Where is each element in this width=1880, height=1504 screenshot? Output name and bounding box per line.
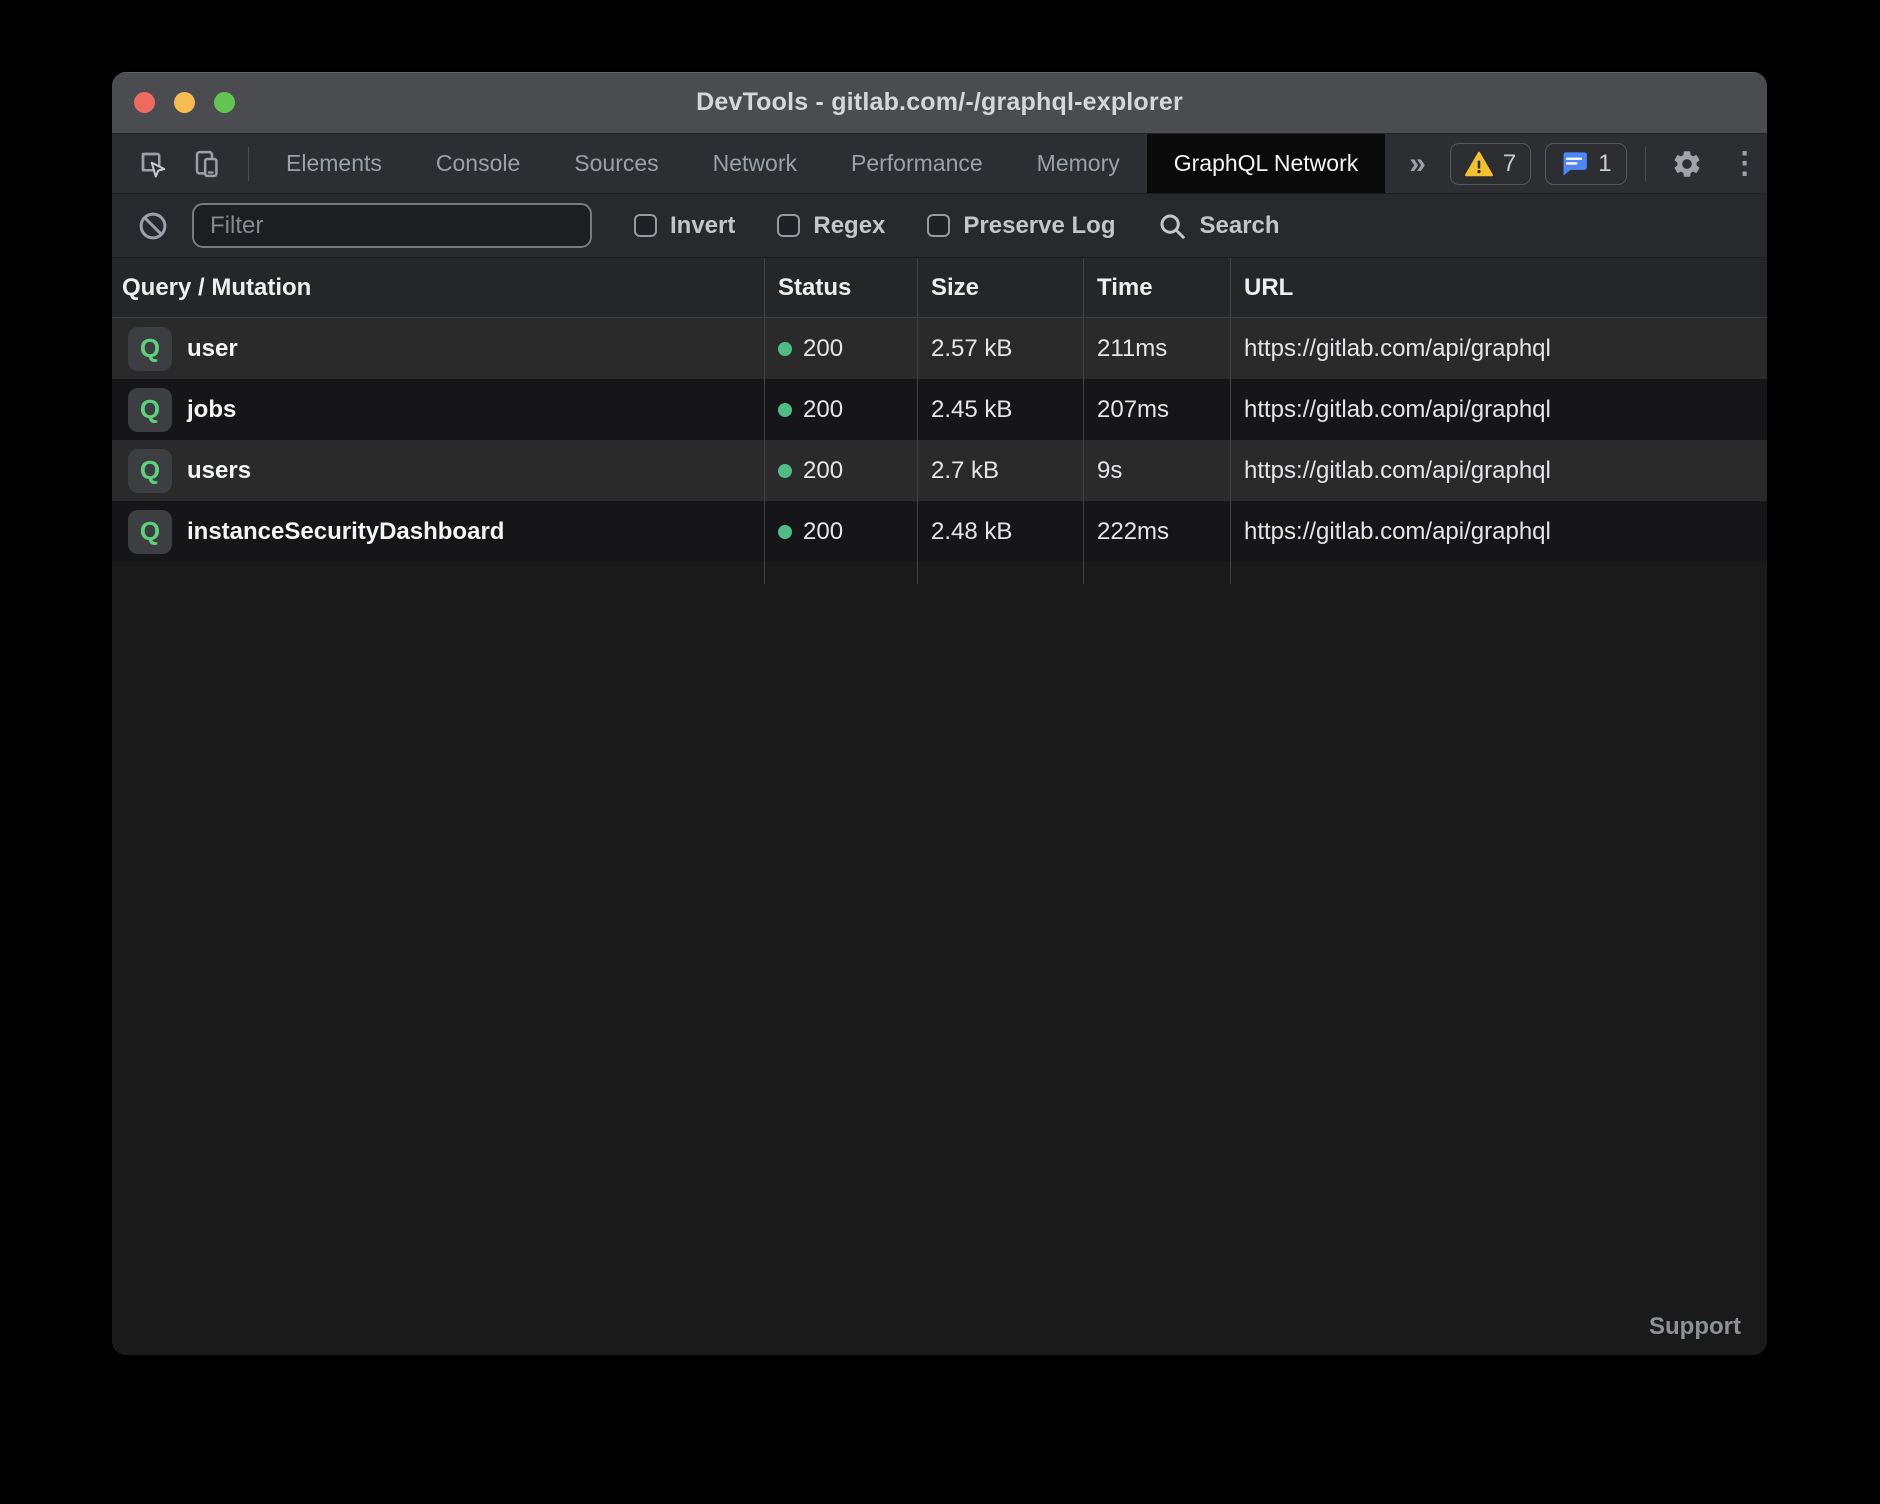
- invert-checkbox[interactable]: [634, 214, 657, 237]
- status-cell: 200: [764, 501, 917, 562]
- size-cell: 2.7 kB: [917, 440, 1083, 501]
- url-cell: https://gitlab.com/api/graphql: [1230, 379, 1767, 440]
- status-cell: 200: [764, 318, 917, 379]
- status-dot-icon: [778, 403, 792, 417]
- zoom-button[interactable]: [214, 92, 235, 113]
- status-cell: 200: [764, 379, 917, 440]
- filter-toolbar: Invert Regex Preserve Log Search: [112, 194, 1767, 258]
- column-line-stub: [112, 562, 1767, 584]
- minimize-button[interactable]: [174, 92, 195, 113]
- table-header: Query / Mutation Status Size Time URL: [112, 258, 1767, 318]
- tab-memory[interactable]: Memory: [1010, 134, 1147, 193]
- inspect-cursor-icon[interactable]: [130, 142, 176, 186]
- query-type-badge: Q: [128, 388, 172, 432]
- tab-strip: ElementsConsoleSourcesNetworkPerformance…: [259, 134, 1385, 193]
- table-row[interactable]: Q instanceSecurityDashboard 200 2.48 kB …: [112, 501, 1767, 562]
- warning-count: 7: [1503, 150, 1516, 178]
- chevrons-right-icon: »: [1409, 147, 1426, 181]
- url-cell: https://gitlab.com/api/graphql: [1230, 440, 1767, 501]
- status-code: 200: [803, 518, 843, 546]
- time-cell: 222ms: [1083, 501, 1230, 562]
- column-header-status[interactable]: Status: [764, 258, 917, 317]
- device-toolbar-icon[interactable]: [184, 142, 230, 186]
- query-name: instanceSecurityDashboard: [187, 518, 504, 546]
- search-button[interactable]: Search: [1157, 211, 1279, 241]
- toolbar-divider: [248, 147, 249, 181]
- query-cell[interactable]: Q user: [112, 318, 764, 379]
- tab-network[interactable]: Network: [686, 134, 824, 193]
- table-row[interactable]: Q user 200 2.57 kB 211ms https://gitlab.…: [112, 318, 1767, 379]
- query-name: user: [187, 335, 238, 363]
- block-icon[interactable]: [130, 204, 176, 248]
- preserve-log-checkbox-group[interactable]: Preserve Log: [927, 212, 1115, 240]
- regex-checkbox-group[interactable]: Regex: [777, 212, 885, 240]
- devtools-window: DevTools - gitlab.com/-/graphql-explorer: [112, 72, 1767, 1355]
- warning-icon: [1465, 151, 1493, 177]
- devtools-tab-bar: ElementsConsoleSourcesNetworkPerformance…: [112, 134, 1767, 194]
- query-type-badge: Q: [128, 327, 172, 371]
- status-code: 200: [803, 335, 843, 363]
- query-cell[interactable]: Q instanceSecurityDashboard: [112, 501, 764, 562]
- query-cell[interactable]: Q users: [112, 440, 764, 501]
- tab-performance[interactable]: Performance: [824, 134, 1010, 193]
- query-type-badge: Q: [128, 449, 172, 493]
- preserve-log-label: Preserve Log: [963, 212, 1115, 240]
- tab-elements[interactable]: Elements: [259, 134, 409, 193]
- size-cell: 2.45 kB: [917, 379, 1083, 440]
- search-icon: [1157, 211, 1187, 241]
- status-cell: 200: [764, 440, 917, 501]
- issues-warning-button[interactable]: 7: [1450, 143, 1531, 185]
- support-link[interactable]: Support: [1649, 1313, 1741, 1341]
- chat-bubble-icon: [1560, 151, 1588, 177]
- query-cell[interactable]: Q jobs: [112, 379, 764, 440]
- tab-sources[interactable]: Sources: [547, 134, 685, 193]
- overflow-menu-icon[interactable]: ⋮: [1724, 146, 1767, 181]
- invert-label: Invert: [670, 212, 735, 240]
- query-name: users: [187, 457, 251, 485]
- query-name: jobs: [187, 396, 236, 424]
- invert-checkbox-group[interactable]: Invert: [634, 212, 735, 240]
- table-row[interactable]: Q jobs 200 2.45 kB 207ms https://gitlab.…: [112, 379, 1767, 440]
- table-row[interactable]: Q users 200 2.7 kB 9s https://gitlab.com…: [112, 440, 1767, 501]
- status-code: 200: [803, 396, 843, 424]
- gear-icon[interactable]: [1664, 142, 1710, 186]
- table-body: Q user 200 2.57 kB 211ms https://gitlab.…: [112, 318, 1767, 562]
- preserve-log-checkbox[interactable]: [927, 214, 950, 237]
- column-header-time[interactable]: Time: [1083, 258, 1230, 317]
- search-label: Search: [1199, 212, 1279, 240]
- title-bar: DevTools - gitlab.com/-/graphql-explorer: [112, 72, 1767, 134]
- column-header-query-mutation[interactable]: Query / Mutation: [112, 258, 764, 317]
- tab-graphql-network[interactable]: GraphQL Network: [1147, 134, 1386, 193]
- column-header-size[interactable]: Size: [917, 258, 1083, 317]
- regex-label: Regex: [813, 212, 885, 240]
- url-cell: https://gitlab.com/api/graphql: [1230, 318, 1767, 379]
- message-count: 1: [1598, 150, 1611, 178]
- tab-console[interactable]: Console: [409, 134, 547, 193]
- time-cell: 211ms: [1083, 318, 1230, 379]
- window-title: DevTools - gitlab.com/-/graphql-explorer: [696, 88, 1183, 117]
- time-cell: 207ms: [1083, 379, 1230, 440]
- filter-input[interactable]: [192, 203, 592, 248]
- issues-message-button[interactable]: 1: [1545, 143, 1626, 185]
- column-header-url[interactable]: URL: [1230, 258, 1767, 317]
- close-button[interactable]: [134, 92, 155, 113]
- panel-body: Support: [112, 584, 1767, 1355]
- status-dot-icon: [778, 464, 792, 478]
- status-code: 200: [803, 457, 843, 485]
- size-cell: 2.57 kB: [917, 318, 1083, 379]
- size-cell: 2.48 kB: [917, 501, 1083, 562]
- more-tabs-button[interactable]: »: [1385, 134, 1450, 193]
- regex-checkbox[interactable]: [777, 214, 800, 237]
- status-dot-icon: [778, 525, 792, 539]
- query-type-badge: Q: [128, 510, 172, 554]
- controls-divider: [1645, 147, 1646, 181]
- url-cell: https://gitlab.com/api/graphql: [1230, 501, 1767, 562]
- traffic-lights: [134, 72, 235, 133]
- time-cell: 9s: [1083, 440, 1230, 501]
- status-dot-icon: [778, 342, 792, 356]
